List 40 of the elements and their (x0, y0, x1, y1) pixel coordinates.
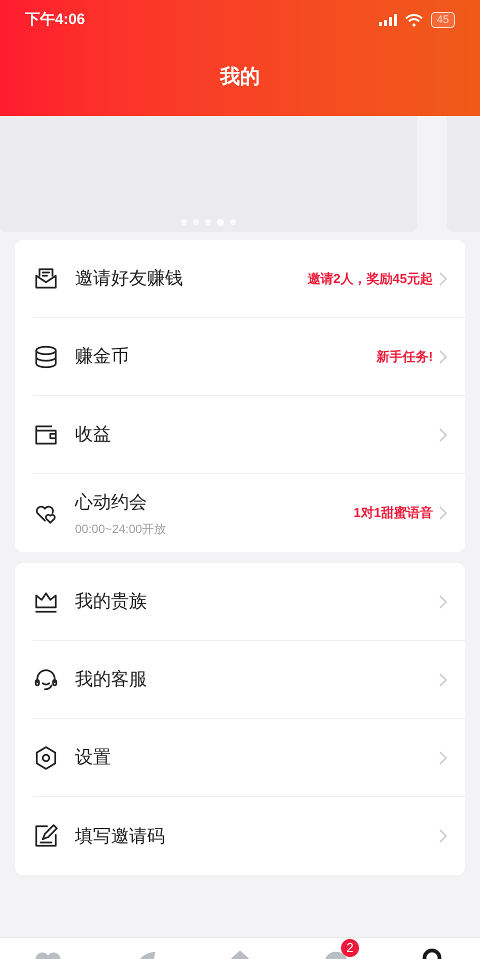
signal-icon (378, 14, 397, 26)
menu-label: 设置 (75, 746, 112, 769)
wifi-icon (404, 14, 423, 26)
page-title: 我的 (220, 64, 260, 90)
chevron-right-icon (439, 428, 447, 442)
banner-card[interactable] (0, 116, 417, 232)
menu-label: 我的客服 (75, 668, 148, 691)
menu-label: 我的贵族 (75, 590, 148, 613)
menu-row[interactable]: 填写邀请码 (33, 797, 465, 875)
menu-label: 邀请好友赚钱 (75, 267, 184, 290)
chevron-right-icon (439, 594, 447, 608)
menu-row[interactable]: 收益 (33, 396, 465, 474)
badge: 2 (341, 939, 359, 957)
coin-stack-icon (33, 344, 59, 370)
chevron-right-icon (439, 750, 447, 764)
menu-note: 邀请2人，奖励45元起 (307, 270, 433, 288)
menu-row[interactable]: 设置 (33, 719, 465, 797)
headset-icon (33, 666, 59, 692)
menu-note: 新手任务! (376, 348, 433, 366)
settings-icon (33, 744, 59, 770)
chevron-right-icon (439, 829, 447, 843)
menu-label: 填写邀请码 (75, 824, 166, 848)
menu-label: 心动约会 (75, 490, 148, 514)
menu-note: 1对1甜蜜语音 (354, 504, 433, 522)
menu-row[interactable]: 邀请好友赚钱 邀请2人，奖励45元起 (33, 240, 465, 318)
menu-row[interactable]: 赚金币 新手任务! (33, 318, 465, 396)
envelope-icon (33, 266, 59, 292)
menu-label: 赚金币 (75, 345, 130, 368)
chevron-right-icon (439, 506, 447, 520)
battery-indicator: 45 (430, 12, 455, 28)
edit-icon (33, 823, 59, 849)
menu-row[interactable]: 心动约会 00:00~24:00开放 1对1甜蜜语音 (33, 474, 465, 552)
menu-row[interactable]: 我的客服 (33, 641, 465, 719)
menu-row[interactable]: 我的贵族 (33, 563, 465, 641)
chevron-right-icon (439, 672, 447, 686)
menu-sublabel: 00:00~24:00开放 (75, 520, 168, 538)
chevron-right-icon (439, 272, 447, 286)
menu-label: 收益 (75, 423, 112, 446)
status-time: 下午4:06 (25, 10, 86, 30)
chevron-right-icon (439, 350, 447, 364)
